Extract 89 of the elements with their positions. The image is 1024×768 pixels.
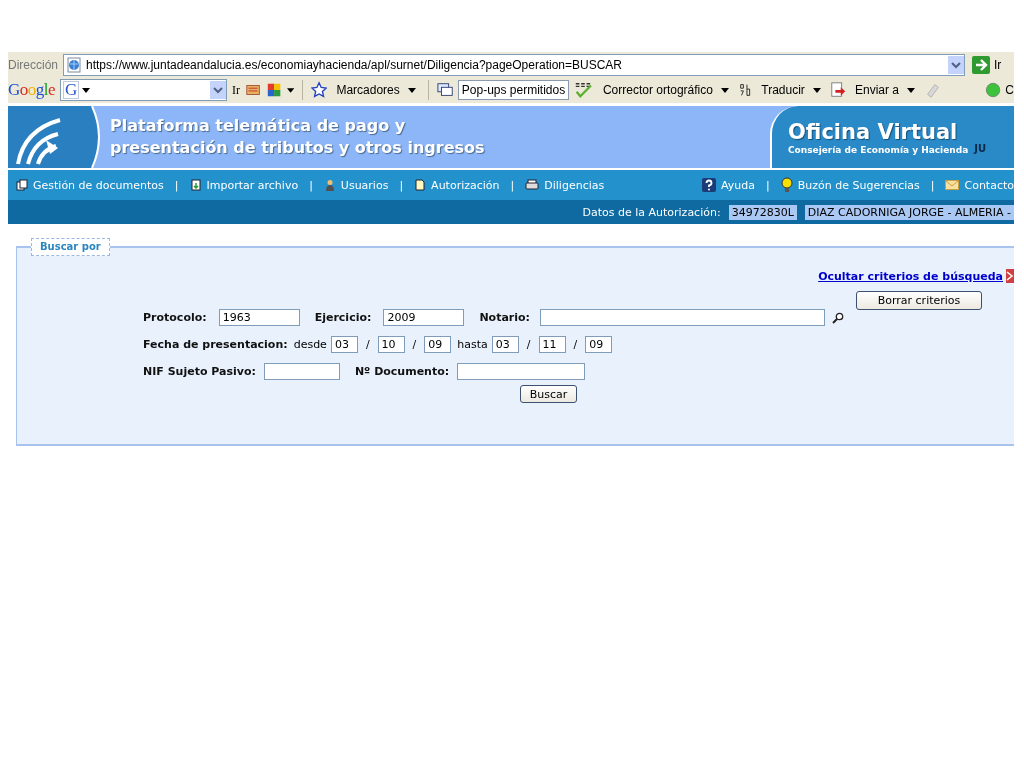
caret-icon <box>812 87 821 93</box>
search-icon[interactable] <box>832 311 844 324</box>
separator-text: | <box>309 178 313 192</box>
field-label: Ejercicio: <box>314 311 372 324</box>
brand-title: Oficina Virtual <box>788 119 959 145</box>
field-label: Nº Documento: <box>354 365 450 378</box>
hide-criteria-link[interactable]: Ocultar criterios de búsqueda <box>818 269 1003 283</box>
date-separator: / <box>573 338 578 351</box>
field-label: Protocolo: <box>143 311 207 324</box>
eraser-icon <box>924 81 941 99</box>
arrow-right-icon <box>972 55 990 74</box>
nav-link[interactable]: Importar archivo <box>206 178 299 192</box>
input-field[interactable]: 2009 <box>383 309 465 326</box>
caret-icon[interactable] <box>287 87 295 93</box>
date-input-field[interactable]: 10 <box>377 336 405 353</box>
blocks-icon[interactable] <box>266 81 283 99</box>
panel-legend: Buscar por <box>31 238 110 256</box>
input-field[interactable] <box>263 363 340 380</box>
separator-text: | <box>766 178 770 192</box>
authorization-label: Datos de la Autorización: <box>582 205 721 219</box>
nav-link[interactable]: Usuarios <box>340 178 389 192</box>
clear-criteria-button[interactable]: Borrar criterios <box>856 291 982 310</box>
star-icon <box>311 81 328 99</box>
g-logo[interactable]: G <box>63 81 80 99</box>
authorization-value: 34972830L <box>728 204 797 220</box>
date-input-field[interactable]: 09 <box>424 336 452 353</box>
help-icon <box>702 178 716 192</box>
date-from-label: desde <box>293 338 327 351</box>
nav-link[interactable]: Autorización <box>431 178 500 192</box>
date-separator: / <box>526 338 531 351</box>
address-label: Dirección <box>8 57 59 72</box>
date-to-label: hasta <box>457 338 488 351</box>
caret-icon[interactable] <box>82 87 91 93</box>
toolbar-menu-button[interactable]: Traducir <box>757 80 825 100</box>
globe-page-icon <box>66 56 82 73</box>
separator-text: | <box>399 178 404 192</box>
nav-link[interactable]: Buzón de Sugerencias <box>797 178 920 192</box>
nav-link[interactable]: Gestión de documentos <box>33 178 164 192</box>
close-icon[interactable] <box>1006 269 1014 283</box>
address-field[interactable]: https://www.juntadeandalucia.es/economiayhacienda/apl/surnet/Diligencia?pageOperation=BUSCAR <box>63 53 965 76</box>
date-input-field[interactable]: 09 <box>585 336 613 353</box>
caret-icon <box>720 87 729 93</box>
google-logo: Google <box>8 80 56 100</box>
authorization-value: DIAZ CADORNIGA JORGE - ALMERIA - <box>804 204 1014 220</box>
user-icon <box>323 179 336 191</box>
envelope-icon <box>945 180 960 190</box>
monitor-icon <box>436 81 453 99</box>
nav-link[interactable]: Contacto <box>964 178 1014 192</box>
lightbulb-icon <box>780 177 793 193</box>
toolbar-button[interactable]: C <box>1005 83 1014 97</box>
field-label: Notario: <box>479 311 530 324</box>
toolbar-go-button[interactable]: Ir <box>231 82 240 98</box>
field-label: Fecha de presentacion: <box>143 338 288 351</box>
toolbar-menu-button[interactable]: Marcadores <box>332 80 420 100</box>
spellcheck-icon <box>574 81 594 99</box>
search-button[interactable]: Buscar <box>520 385 577 403</box>
toolbar-button[interactable]: Pop-ups permitidos <box>457 80 570 100</box>
header-title: presentación de tributos y otros ingresos <box>110 137 486 159</box>
input-field[interactable] <box>457 363 586 380</box>
toolbar-search-field[interactable]: G <box>60 79 227 101</box>
date-separator: / <box>412 338 417 351</box>
go-button[interactable]: Ir <box>968 55 1014 74</box>
translate-icon <box>737 81 753 99</box>
separator-text: | <box>930 178 935 192</box>
url-text: https://www.juntadeandalucia.es/economiayhacienda/apl/surnet/Diligencia?pageOperation=BUSCAR <box>86 57 623 72</box>
input-field[interactable]: 1963 <box>218 309 300 326</box>
toolbar-menu-button[interactable]: Enviar a <box>851 80 919 100</box>
documents-icon <box>16 179 28 191</box>
brand-subtitle: Consejería de Economía y Hacienda <box>788 145 969 155</box>
date-input-field[interactable]: 11 <box>538 336 566 353</box>
nav-link[interactable]: Diligencias <box>544 178 605 192</box>
brand-text: JU <box>974 142 987 154</box>
input-field[interactable] <box>540 309 825 326</box>
separator-text: | <box>510 178 515 192</box>
field-label: NIF Sujeto Pasivo: <box>143 365 256 378</box>
send-page-icon <box>829 81 846 99</box>
document-icon <box>414 179 427 191</box>
header-title: Plataforma telemática de pago y <box>110 115 407 137</box>
caret-icon <box>407 87 416 93</box>
separator-text: | <box>174 178 179 192</box>
toolbar-menu-button[interactable]: Corrector ortográfico <box>598 80 733 100</box>
nav-link[interactable]: Ayuda <box>721 178 755 192</box>
caret-icon <box>907 87 915 93</box>
date-input-field[interactable]: 03 <box>330 336 358 353</box>
date-separator: / <box>365 338 370 351</box>
date-input-field[interactable]: 03 <box>491 336 519 353</box>
printer-icon <box>525 179 540 191</box>
import-document-icon <box>189 179 202 191</box>
status-light-icon[interactable] <box>985 81 1002 99</box>
